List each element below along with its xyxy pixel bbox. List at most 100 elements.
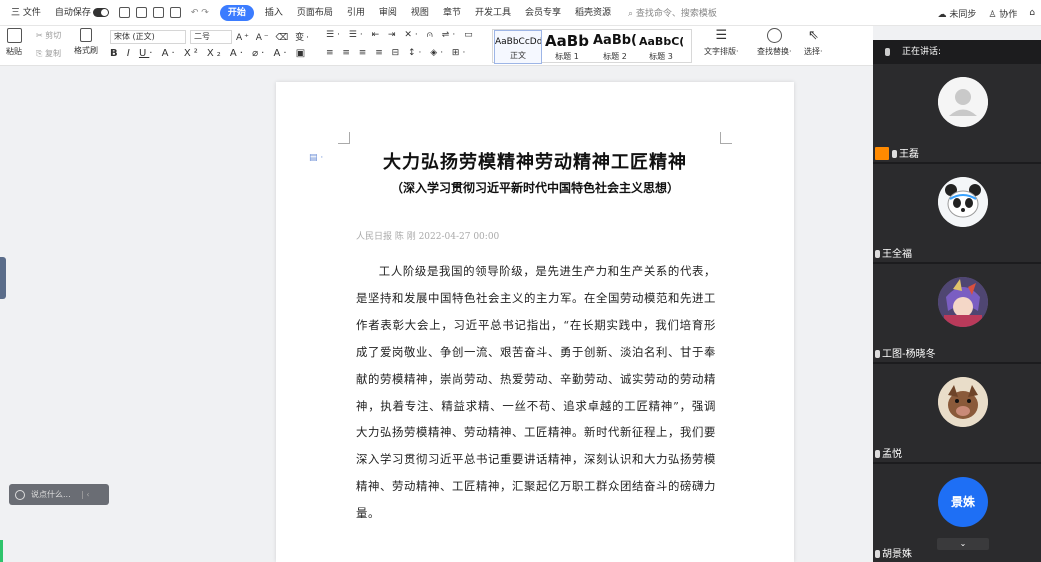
collab-text: 协作 xyxy=(999,9,1018,20)
participant-name: 王磊 xyxy=(875,145,919,160)
tab-view[interactable]: 视图 xyxy=(404,0,436,26)
find-replace-label: 查找替换 xyxy=(757,47,789,56)
format-painter-icon xyxy=(80,28,92,42)
file-menu[interactable]: 三 文件 xyxy=(4,0,48,26)
margin-corner xyxy=(338,132,350,144)
style-heading-2-sample: AaBb( xyxy=(593,33,637,48)
participant-name-text: 王磊 xyxy=(899,148,919,160)
text-layout-button[interactable]: ☰ 文字排版· xyxy=(704,28,739,57)
font-grow-shrink[interactable]: A⁺ A⁻ ⌫ 变· xyxy=(236,30,311,43)
tab-review[interactable]: 审阅 xyxy=(372,0,404,26)
find-replace-button[interactable]: 查找替换· xyxy=(757,28,792,57)
participant-name: 孟悦 xyxy=(875,445,902,460)
scroll-down-button[interactable]: ⌄ xyxy=(937,538,989,550)
autosave-text: 自动保存 xyxy=(54,7,91,18)
participant-tile[interactable]: 工图-杨晓冬 xyxy=(873,264,1041,363)
style-gallery[interactable]: AaBbCcDd 正文 AaBb 标题 1 AaBb( 标题 2 AaBbC( … xyxy=(492,29,692,64)
style-heading-3-sample: AaBbC( xyxy=(639,35,683,48)
mic-icon xyxy=(885,47,890,56)
save-icon[interactable] xyxy=(118,7,130,18)
search-icon xyxy=(766,28,782,43)
autosave-label[interactable]: 自动保存 xyxy=(48,0,116,26)
document-title[interactable]: 大力弘扬劳模精神劳动精神工匠精神 xyxy=(276,148,794,174)
font-name-select[interactable]: 宋体 (正文) xyxy=(110,30,186,44)
document-body[interactable]: 工人阶级是我国的领导阶级，是先进生产力和生产关系的代表，是坚持和发展中国特色社会… xyxy=(356,258,716,527)
collab-button[interactable]: ♙ 协作 xyxy=(988,7,1023,20)
copy-button[interactable]: ⎘ 复制 xyxy=(36,48,61,59)
list-buttons[interactable]: ☰· ☰· ⇤ ⇥ ✕· ⩀ ⇌· ▭ xyxy=(326,30,476,40)
mic-icon xyxy=(875,450,880,458)
tab-member[interactable]: 会员专享 xyxy=(518,0,568,26)
style-heading-3[interactable]: AaBbC( 标题 3 xyxy=(639,30,683,64)
style-heading-2-name: 标题 2 xyxy=(603,52,627,61)
tab-developer[interactable]: 开发工具 xyxy=(468,0,518,26)
cursor-icon: ⇖ xyxy=(807,28,819,43)
tab-insert[interactable]: 插入 xyxy=(258,0,290,26)
style-heading-3-name: 标题 3 xyxy=(649,52,673,61)
undo-icon[interactable]: ↶ ↷ xyxy=(184,0,216,26)
font-format-buttons[interactable]: B I U· A· X² X₂ A· ⌀· A· ▣ xyxy=(110,48,308,59)
cloud-sync-status[interactable]: ☁ 未同步 xyxy=(937,7,982,20)
style-heading-2[interactable]: AaBb( 标题 2 xyxy=(591,30,639,64)
paste-icon xyxy=(6,28,22,43)
preview-icon[interactable] xyxy=(169,7,181,18)
autosave-toggle[interactable] xyxy=(92,7,109,17)
side-handle[interactable] xyxy=(0,257,6,299)
participant-tile[interactable]: 王全福 xyxy=(873,164,1041,263)
participant-name: 王全福 xyxy=(875,245,912,260)
document-subtitle[interactable]: （深入学习贯彻习近平新时代中国特色社会主义思想） xyxy=(276,179,794,196)
mic-icon xyxy=(875,250,880,258)
paragraph-icon[interactable]: ▤ · xyxy=(309,153,323,163)
side-indicator xyxy=(0,540,3,562)
style-heading-1[interactable]: AaBb 标题 1 xyxy=(543,30,591,64)
style-normal-sample: AaBbCcDd xyxy=(495,37,541,47)
font-size-select[interactable]: 二号 xyxy=(190,30,232,44)
participant-name-text: 工图-杨晓冬 xyxy=(882,349,936,360)
participant-tile[interactable]: 孟悦 xyxy=(873,364,1041,463)
cut-label: 剪切 xyxy=(45,31,62,40)
document-meta[interactable]: 人民日报 陈 刚 2022-04-27 00:00 xyxy=(356,229,499,242)
speaking-label: 正在讲话: xyxy=(902,47,942,57)
chevron-down-icon: ⌄ xyxy=(959,539,967,548)
comment-input[interactable]: 说点什么... | ‹ xyxy=(9,484,109,505)
paste-button[interactable]: 粘贴 xyxy=(6,28,22,57)
share-icon[interactable]: ⌂ xyxy=(1029,8,1035,18)
cut-button[interactable]: ✂ 剪切 xyxy=(36,30,61,41)
menubar-right: ☁ 未同步 ♙ 协作 ⌂ xyxy=(937,0,1041,26)
tab-docer[interactable]: 稻壳资源 xyxy=(568,0,618,26)
ribbon-toolbar: 粘贴 ✂ 剪切 ⎘ 复制 格式刷 宋体 (正文) 二号 B I U· A· X²… xyxy=(0,26,873,66)
print-icon[interactable] xyxy=(152,7,164,18)
participant-name: 工图-杨晓冬 xyxy=(875,345,936,360)
speaking-header: 正在讲话: xyxy=(873,40,1041,64)
collapse-icon[interactable]: | ‹ xyxy=(81,490,89,499)
export-icon[interactable] xyxy=(135,7,147,18)
format-painter-button[interactable]: 格式刷 xyxy=(74,28,98,56)
emoji-icon[interactable] xyxy=(15,489,25,500)
participant-name-text: 胡景姝 xyxy=(882,549,912,560)
tab-section[interactable]: 章节 xyxy=(436,0,468,26)
participant-tile[interactable]: 王磊 xyxy=(873,64,1041,163)
command-search-text: 查找命令、搜索模板 xyxy=(635,9,717,19)
tab-home[interactable]: 开始 xyxy=(219,4,254,21)
align-buttons[interactable]: ≡ ≡ ≡ ≡ ⊟ ↕· ◈· ⊞· xyxy=(326,48,468,58)
meeting-panel: 正在讲话: 王磊 王全福 工图-杨晓冬 孟悦 景姝 胡景姝 ⌄ xyxy=(873,40,1041,562)
search-icon: ⌕ xyxy=(628,9,634,19)
tab-references[interactable]: 引用 xyxy=(340,0,372,26)
margin-corner xyxy=(720,132,732,144)
participant-name: 胡景姝 xyxy=(875,545,912,560)
mic-icon xyxy=(875,550,880,558)
text-layout-icon: ☰ xyxy=(715,28,728,43)
format-painter-label: 格式刷 xyxy=(74,46,98,55)
style-normal[interactable]: AaBbCcDd 正文 xyxy=(494,30,542,64)
document-page[interactable]: 大力弘扬劳模精神劳动精神工匠精神 （深入学习贯彻习近平新时代中国特色社会主义思想… xyxy=(276,82,794,562)
tab-page-layout[interactable]: 页面布局 xyxy=(290,0,340,26)
mic-icon xyxy=(875,350,880,358)
select-label: 选择 xyxy=(804,47,820,56)
style-normal-name: 正文 xyxy=(510,51,526,60)
comment-placeholder: 说点什么... xyxy=(31,490,71,499)
command-search[interactable]: ⌕ 查找命令、搜索模板 xyxy=(628,6,717,19)
animal-avatar-icon xyxy=(938,377,988,427)
text-layout-label: 文字排版 xyxy=(704,47,736,56)
participant-name-text: 王全福 xyxy=(882,249,912,260)
select-button[interactable]: ⇖ 选择· xyxy=(804,28,823,57)
